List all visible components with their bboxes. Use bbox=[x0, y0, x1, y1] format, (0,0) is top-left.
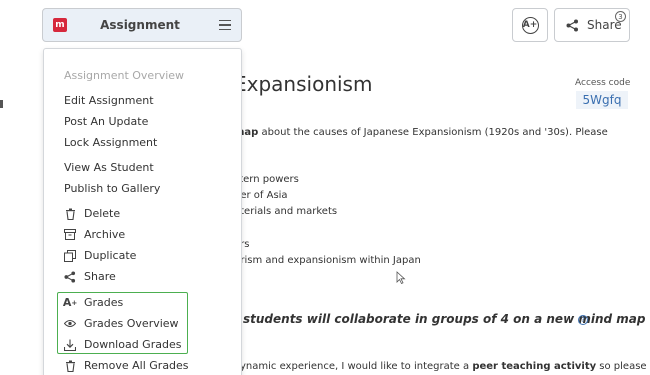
menu-item-post-update[interactable]: Post An Update bbox=[64, 115, 148, 128]
bullet-item: der of Asia bbox=[234, 190, 288, 201]
menu-item-publish-gallery[interactable]: Publish to Gallery bbox=[64, 182, 160, 195]
trash-icon bbox=[64, 360, 76, 372]
share-icon bbox=[566, 19, 578, 31]
intro-rest: about the causes of Japanese Expansionis… bbox=[258, 127, 608, 138]
duplicate-icon bbox=[64, 249, 76, 262]
left-edge-marker bbox=[0, 100, 3, 108]
assignment-dropdown-menu: Assignment Overview Edit Assignment Post… bbox=[43, 48, 242, 375]
menu-item-archive[interactable]: Archive bbox=[64, 228, 125, 241]
menu-item-label: Grades bbox=[84, 296, 124, 309]
help-icon[interactable]: ? bbox=[578, 315, 588, 325]
menu-item-share[interactable]: Share bbox=[64, 270, 116, 283]
assignment-menu-button[interactable]: m Assignment bbox=[42, 8, 242, 42]
grade-button[interactable]: A+ bbox=[512, 8, 548, 42]
share-button[interactable]: Share 3 bbox=[554, 8, 630, 42]
menu-item-lock-assignment[interactable]: Lock Assignment bbox=[64, 136, 157, 149]
menu-item-assignment-overview: Assignment Overview bbox=[64, 69, 185, 82]
menu-item-view-as-student[interactable]: View As Student bbox=[64, 161, 154, 174]
bottom-text: ynamic experience, I would like to integ… bbox=[240, 361, 647, 372]
bottom-post: so please bbox=[596, 361, 647, 372]
menu-item-label: Remove All Grades bbox=[84, 359, 189, 372]
menu-item-download-grades[interactable]: Download Grades bbox=[64, 338, 181, 351]
bullet-item: urism and expansionism within Japan bbox=[234, 255, 421, 266]
menu-item-label: Duplicate bbox=[84, 249, 137, 262]
mindomo-logo-icon: m bbox=[53, 18, 67, 32]
menu-item-label: Share bbox=[84, 270, 116, 283]
hamburger-icon bbox=[219, 19, 231, 31]
assignment-title: Assignment bbox=[100, 18, 180, 32]
menu-item-edit-assignment[interactable]: Edit Assignment bbox=[64, 94, 154, 107]
access-code-label: Access code bbox=[575, 78, 631, 88]
menu-item-grades-overview[interactable]: Grades Overview bbox=[64, 317, 179, 330]
menu-item-delete[interactable]: Delete bbox=[64, 207, 120, 220]
menu-item-label: Grades Overview bbox=[84, 317, 179, 330]
share-count-badge: 3 bbox=[615, 11, 626, 22]
eye-icon bbox=[64, 318, 76, 330]
menu-item-duplicate[interactable]: Duplicate bbox=[64, 249, 136, 262]
menu-item-label: Archive bbox=[84, 228, 126, 241]
grade-a-plus-icon: A+ bbox=[62, 296, 78, 309]
menu-item-label: Delete bbox=[84, 207, 121, 220]
mouse-cursor-icon bbox=[396, 271, 406, 285]
bullet-item: stern powers bbox=[234, 174, 299, 185]
bottom-bold: peer teaching activity bbox=[472, 361, 597, 372]
menu-item-label: Download Grades bbox=[84, 338, 182, 351]
page-title: Expansionism bbox=[234, 72, 373, 96]
download-icon bbox=[64, 339, 76, 351]
trash-icon bbox=[64, 208, 76, 220]
bottom-pre: ynamic experience, I would like to integ… bbox=[240, 361, 473, 372]
intro-text: map about the causes of Japanese Expansi… bbox=[234, 127, 608, 138]
access-code-value[interactable]: 5Wgfq bbox=[576, 91, 628, 109]
menu-item-remove-all-grades[interactable]: Remove All Grades bbox=[64, 359, 189, 372]
archive-icon bbox=[64, 229, 76, 241]
menu-item-grades[interactable]: A + Grades bbox=[62, 296, 124, 309]
bullet-item: aterials and markets bbox=[234, 206, 338, 217]
grade-a-plus-icon: A+ bbox=[521, 16, 539, 34]
share-icon bbox=[64, 270, 76, 283]
